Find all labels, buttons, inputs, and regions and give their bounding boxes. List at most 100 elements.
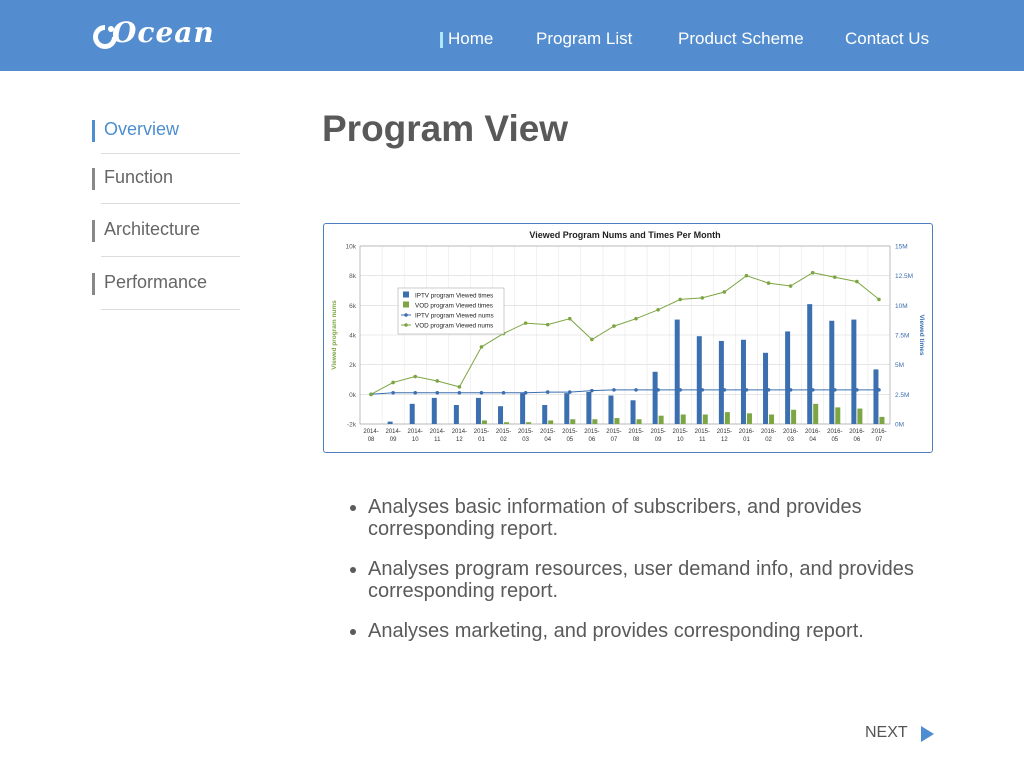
x-tick-label: 04 <box>809 437 816 443</box>
data-point <box>369 392 373 397</box>
nav-product-scheme[interactable]: Product Scheme <box>678 29 804 49</box>
sidebar-active-bar <box>92 120 95 142</box>
bar-iptv-program-viewed-times <box>873 369 879 424</box>
data-point <box>766 388 771 392</box>
nav-contact-us[interactable]: Contact Us <box>845 29 929 49</box>
ocean-logo[interactable]: Ocean <box>90 16 214 54</box>
data-point <box>523 391 528 395</box>
sidebar-item-performance[interactable]: Performance <box>92 272 207 295</box>
x-tick-label: 2015- <box>562 429 577 435</box>
nav-home[interactable]: Home <box>448 29 493 49</box>
sidebar-bar <box>92 220 95 242</box>
data-point <box>678 388 683 392</box>
x-tick-label: 12 <box>456 437 463 443</box>
data-point <box>722 290 727 294</box>
y-axis-title: Viewed program nums <box>331 300 338 370</box>
list-item-text: Analyses program resources, user demand … <box>368 558 914 602</box>
x-tick-label: 2015- <box>673 429 688 435</box>
bar-iptv-program-viewed-times <box>586 391 592 424</box>
x-tick-label: 2015- <box>540 429 555 435</box>
bar-iptv-program-viewed-times <box>851 319 857 424</box>
data-point <box>479 391 484 395</box>
list-item-text: Analyses basic information of subscriber… <box>368 496 862 540</box>
sidebar-divider <box>101 203 240 204</box>
x-tick-label: 06 <box>854 437 861 443</box>
bar-vod-program-viewed-times <box>879 416 885 424</box>
x-tick-label: 2014- <box>430 429 445 435</box>
x-tick-label: 10 <box>677 437 684 443</box>
bar-vod-program-viewed-times <box>614 418 620 424</box>
program-chart: Viewed Program Nums and Times Per Month -… <box>323 223 933 453</box>
bar-iptv-program-viewed-times <box>520 393 526 424</box>
data-point <box>788 284 793 288</box>
x-tick-label: 05 <box>566 437 573 443</box>
y-tick-label: -2k <box>347 422 357 429</box>
bar-iptv-program-viewed-times <box>475 397 481 424</box>
data-point <box>656 307 660 312</box>
feature-list: Analyses basic information of subscriber… <box>348 496 928 660</box>
data-point <box>832 275 837 279</box>
y2-tick-label: 10M <box>895 303 908 310</box>
x-tick-label: 09 <box>390 437 397 443</box>
sidebar-item-overview[interactable]: Overview <box>92 119 179 142</box>
bar-vod-program-viewed-times <box>570 419 576 424</box>
x-tick-label: 04 <box>544 437 551 443</box>
nav-active-marker <box>440 32 443 48</box>
x-tick-label: 2016- <box>849 429 864 435</box>
x-tick-label: 03 <box>522 437 529 443</box>
data-point <box>523 321 528 325</box>
x-tick-label: 2015- <box>695 429 710 435</box>
x-tick-label: 2016- <box>739 429 754 435</box>
sidebar-item-label: Architecture <box>104 219 201 239</box>
x-tick-label: 01 <box>743 437 750 443</box>
bar-iptv-program-viewed-times <box>674 319 680 424</box>
x-tick-label: 02 <box>765 437 772 443</box>
next-button[interactable]: NEXT <box>865 724 908 742</box>
sidebar-item-function[interactable]: Function <box>92 167 174 190</box>
data-point <box>810 270 815 275</box>
bar-iptv-program-viewed-times <box>740 339 746 424</box>
y-tick-label: 4k <box>349 333 357 340</box>
data-point <box>590 337 594 342</box>
bar-iptv-program-viewed-times <box>387 421 393 424</box>
data-point <box>877 388 881 392</box>
sidebar-item-architecture[interactable]: Architecture <box>92 219 201 242</box>
y2-tick-label: 5M <box>895 362 904 369</box>
bar-iptv-program-viewed-times <box>431 397 437 424</box>
data-point <box>832 388 837 392</box>
nav-program-list[interactable]: Program List <box>536 29 632 49</box>
data-point <box>545 322 550 327</box>
bar-vod-program-viewed-times <box>504 422 510 424</box>
bar-iptv-program-viewed-times <box>696 336 702 424</box>
x-tick-label: 02 <box>500 437 507 443</box>
sidebar-divider <box>101 153 240 154</box>
data-point <box>435 391 440 395</box>
data-point <box>479 345 484 349</box>
bar-vod-program-viewed-times <box>702 414 708 424</box>
data-point <box>744 388 749 392</box>
y2-tick-label: 2.5M <box>895 392 909 399</box>
bar-vod-program-viewed-times <box>857 408 863 424</box>
x-tick-label: 11 <box>699 437 706 443</box>
data-point <box>700 388 705 392</box>
data-point <box>545 390 550 394</box>
x-tick-label: 2014- <box>363 429 378 435</box>
sidebar-item-label: Function <box>104 167 174 187</box>
list-item: Analyses marketing, and provides corresp… <box>348 620 928 642</box>
data-point <box>810 388 815 392</box>
sidebar-bar <box>92 168 95 190</box>
chart-svg: Viewed Program Nums and Times Per Month -… <box>331 230 925 443</box>
bar-vod-program-viewed-times <box>769 414 775 424</box>
bar-vod-program-viewed-times <box>592 419 598 424</box>
data-point <box>634 316 638 321</box>
x-tick-label: 2015- <box>717 429 732 435</box>
bar-iptv-program-viewed-times <box>829 320 835 424</box>
data-point <box>457 391 462 395</box>
data-point <box>590 388 594 393</box>
legend-label: VOD program Viewed times <box>415 303 493 310</box>
y2-tick-label: 7.5M <box>895 333 909 340</box>
next-arrow-icon[interactable] <box>921 726 934 742</box>
data-point <box>855 388 859 392</box>
bar-iptv-program-viewed-times <box>409 403 415 424</box>
x-tick-label: 2015- <box>628 429 643 435</box>
